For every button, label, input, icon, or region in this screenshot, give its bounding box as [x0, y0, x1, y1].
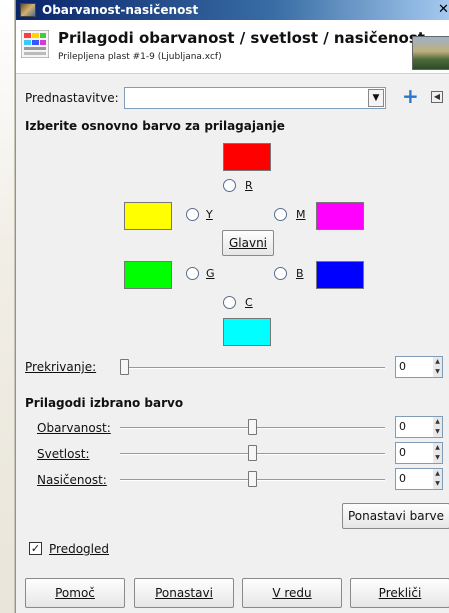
primary-color-heading: Izberite osnovno barvo za prilagajanje [25, 119, 285, 133]
hue-saturation-icon [21, 30, 49, 58]
swatch-red[interactable] [223, 143, 271, 171]
hue-spinbox[interactable]: 0 ▲ ▼ [395, 416, 443, 438]
swatch-blue[interactable] [316, 261, 364, 289]
dialog-title: Prilagodi obarvanost / svetlost / nasiče… [58, 29, 425, 47]
lightness-slider-handle[interactable] [248, 445, 257, 461]
presets-combobox[interactable]: ▼ [124, 87, 386, 109]
radio-cyan-label: C [245, 296, 253, 309]
hue-label: Obarvanost: [37, 421, 111, 435]
dialog-subtitle: Prilepljena plast #1-9 (Ljubljana.xcf) [58, 52, 222, 62]
preview-label: Predogled [49, 542, 109, 556]
saturation-value: 0 [399, 472, 406, 485]
radio-blue-label: B [296, 267, 304, 280]
radio-yellow-label: Y [206, 208, 213, 221]
radio-magenta[interactable] [274, 208, 287, 221]
window-title: Obarvanost-nasičenost [42, 3, 199, 17]
dialog-header: Prilagodi obarvanost / svetlost / nasiče… [16, 20, 449, 74]
adjust-heading: Prilagodi izbrano barvo [25, 396, 184, 410]
overlap-spinbox[interactable]: 0 ▲ ▼ [395, 356, 443, 378]
radio-yellow[interactable] [186, 208, 199, 221]
spin-arrows-icon[interactable]: ▲ ▼ [433, 357, 442, 377]
add-preset-icon[interactable]: + [402, 86, 419, 106]
radio-green[interactable] [186, 267, 199, 280]
help-button[interactable]: Pomoč [25, 578, 125, 608]
radio-cyan[interactable] [223, 296, 236, 309]
lightness-value: 0 [399, 446, 406, 459]
saturation-slider-handle[interactable] [248, 471, 257, 487]
reset-color-button[interactable]: Ponastavi barve [342, 503, 449, 529]
overlap-slider-handle[interactable] [120, 359, 129, 375]
swatch-magenta[interactable] [316, 202, 364, 230]
app-icon [20, 3, 36, 17]
overlap-value: 0 [399, 360, 406, 373]
preset-menu-icon[interactable]: ◀ [431, 91, 443, 103]
saturation-spinbox[interactable]: 0 ▲ ▼ [395, 468, 443, 490]
radio-green-label: G [206, 267, 215, 280]
lightness-spinbox[interactable]: 0 ▲ ▼ [395, 442, 443, 464]
ok-button[interactable]: V redu [242, 578, 342, 608]
hue-slider-handle[interactable] [248, 419, 257, 435]
master-button[interactable]: Glavni [222, 230, 274, 256]
title-bar: Obarvanost-nasičenost ✕ [16, 0, 449, 20]
presets-label: Prednastavitve: [25, 91, 119, 105]
radio-red-label: R [245, 179, 253, 192]
reset-button[interactable]: Ponastavi [134, 578, 234, 608]
layer-thumbnail [412, 36, 449, 70]
cancel-button[interactable]: Prekliči [350, 578, 449, 608]
lightness-label: Svetlost: [37, 447, 90, 461]
overlap-slider-track[interactable] [120, 367, 385, 369]
background-window-edge [0, 0, 15, 613]
close-icon[interactable]: ✕ [438, 2, 449, 18]
spin-arrows-icon[interactable]: ▲ ▼ [433, 469, 442, 489]
hue-saturation-dialog: Obarvanost-nasičenost ✕ Prilagodi obarva… [15, 0, 449, 613]
preview-checkbox[interactable]: ✓ [29, 542, 42, 555]
spin-arrows-icon[interactable]: ▲ ▼ [433, 417, 442, 437]
spin-arrows-icon[interactable]: ▲ ▼ [433, 443, 442, 463]
swatch-cyan[interactable] [223, 318, 271, 346]
radio-blue[interactable] [274, 267, 287, 280]
swatch-green[interactable] [124, 261, 172, 289]
swatch-yellow[interactable] [124, 202, 172, 230]
radio-magenta-label: M [296, 208, 306, 221]
chevron-down-icon[interactable]: ▼ [368, 89, 384, 107]
overlap-label: Prekrivanje: [25, 360, 97, 374]
radio-red[interactable] [223, 179, 236, 192]
saturation-label: Nasičenost: [37, 473, 107, 487]
hue-value: 0 [399, 420, 406, 433]
